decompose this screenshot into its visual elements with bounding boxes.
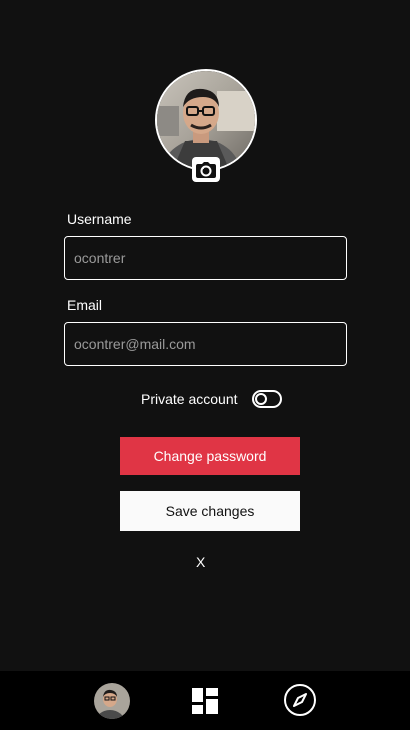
nav-dashboard[interactable]	[192, 688, 218, 714]
change-password-button[interactable]: Change password	[120, 437, 300, 475]
save-changes-button[interactable]: Save changes	[120, 491, 300, 531]
email-label: Email	[67, 297, 103, 313]
bottom-nav	[0, 671, 410, 730]
private-account-toggle[interactable]	[251, 390, 282, 408]
username-label: Username	[67, 211, 132, 227]
edit-profile-screen: Username Email Private account Change pa…	[0, 0, 410, 730]
email-input[interactable]	[64, 322, 347, 366]
toggle-knob	[254, 393, 267, 405]
close-button[interactable]: X	[196, 554, 205, 570]
camera-icon	[196, 161, 216, 178]
profile-photo[interactable]	[155, 69, 257, 171]
compass-icon	[284, 684, 316, 716]
username-input[interactable]	[64, 236, 347, 280]
profile-avatar-icon	[94, 683, 130, 719]
private-account-row: Private account	[141, 388, 282, 410]
dashboard-grid-icon	[192, 688, 218, 714]
profile-photo-container	[155, 69, 257, 182]
private-account-label: Private account	[141, 391, 238, 407]
nav-profile-avatar[interactable]	[94, 683, 130, 719]
nav-explore[interactable]	[283, 683, 317, 717]
change-photo-button[interactable]	[192, 157, 220, 182]
